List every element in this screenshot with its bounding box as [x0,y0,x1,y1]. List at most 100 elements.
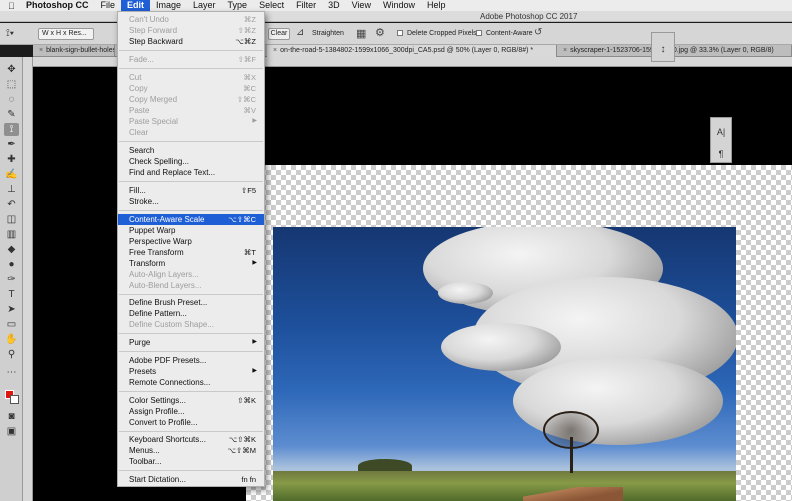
menu-separator [119,333,263,334]
pen-icon[interactable]: ✑ [4,273,19,286]
tab-on-the-road[interactable]: × on-the-road-5-1384802-1599x1066_300dpi_… [267,45,557,57]
menu-item-undo[interactable]: Can't Undo ⌘Z [118,14,264,25]
menu-item-content-aware-scale[interactable]: Content-Aware Scale ⌥⇧⌘C [118,214,264,225]
crop-icon[interactable]: ⟟ [4,123,19,136]
tab-label: blank-sign-bullet-holes [46,47,115,54]
menu-item-copy[interactable]: Copy ⌘C [118,83,264,94]
menu-item-auto-blend[interactable]: Auto-Blend Layers... [118,280,264,291]
menu-item-color-settings[interactable]: Color Settings... ⇧⌘K [118,395,264,406]
menu-item-step-backward[interactable]: Step Backward ⌥⌘Z [118,36,264,47]
blur-icon[interactable]: ◆ [4,243,19,256]
menu-item-pdf-presets[interactable]: Adobe PDF Presets... [118,355,264,366]
eyedropper-icon[interactable]: ✒ [4,138,19,151]
menu-item-paste[interactable]: Paste ⌘V [118,105,264,116]
tab-blank-sign[interactable]: × blank-sign-bullet-holes [33,45,115,57]
menu-3d[interactable]: 3D [322,0,346,11]
menu-item-puppet-warp[interactable]: Puppet Warp [118,225,264,236]
screen-mode-icon[interactable]: ▣ [4,425,19,438]
gradient-icon[interactable]: ▥ [4,228,19,241]
menu-item-convert-profile[interactable]: Convert to Profile... [118,417,264,428]
character-panel-icon[interactable]: A| [711,124,731,140]
menu-item-perspective-warp[interactable]: Perspective Warp [118,236,264,247]
straighten-icon[interactable]: ⊿ [296,27,304,38]
menu-item-fill[interactable]: Fill... ⇧F5 [118,185,264,196]
reset-icon[interactable]: ↺ [534,27,542,38]
type-icon[interactable]: T [4,288,19,301]
delete-cropped-checkbox[interactable] [397,30,403,36]
menu-item-search[interactable]: Search [118,145,264,156]
dodge-icon[interactable]: ● [4,258,19,271]
move-icon[interactable]: ✥ [4,63,19,76]
vertical-ruler[interactable] [23,57,33,501]
menu-item-clear[interactable]: Clear [118,127,264,138]
apple-icon[interactable]:  [8,1,20,11]
menu-filter[interactable]: Filter [290,0,322,11]
clear-button[interactable]: Clear [268,28,290,40]
stamp-icon[interactable]: ⊥ [4,183,19,196]
menu-edit[interactable]: Edit [121,0,151,11]
menu-window[interactable]: Window [377,0,421,11]
menu-separator [119,470,263,471]
menu-item-remote-connections[interactable]: Remote Connections... [118,377,264,388]
menu-help[interactable]: Help [421,0,452,11]
menu-item-define-pattern[interactable]: Define Pattern... [118,308,264,319]
gear-icon[interactable]: ⚙ [375,26,385,39]
menu-item-auto-align[interactable]: Auto-Align Layers... [118,269,264,280]
healing-icon[interactable]: ✚ [4,153,19,166]
menu-photoshop[interactable]: Photoshop CC [20,0,95,11]
shape-icon[interactable]: ▭ [4,318,19,331]
path-select-icon[interactable]: ➤ [4,303,19,316]
menu-select[interactable]: Select [253,0,290,11]
history-panel-icon[interactable]: ↕ [651,32,675,62]
menu-separator [119,181,263,182]
menu-layer[interactable]: Layer [187,0,222,11]
menu-item-cut[interactable]: Cut ⌘X [118,72,264,83]
more-icon[interactable]: ⋯ [4,366,19,379]
menu-item-purge[interactable]: Purge ▶ [118,337,264,348]
menu-item-paste-special[interactable]: Paste Special ▶ [118,116,264,127]
menu-item-assign-profile[interactable]: Assign Profile... [118,406,264,417]
menu-item-check-spelling[interactable]: Check Spelling... [118,156,264,167]
menu-item-stroke[interactable]: Stroke... [118,196,264,207]
quick-mask-icon[interactable]: ◙ [4,410,19,423]
eraser-icon[interactable]: ◫ [4,213,19,226]
background-color-swatch[interactable] [10,395,19,404]
menu-item-toolbar[interactable]: Toolbar... [118,456,264,467]
menu-item-keyboard-shortcuts[interactable]: Keyboard Shortcuts... ⌥⇧⌘K [118,434,264,445]
menu-type[interactable]: Type [222,0,254,11]
menu-separator [119,431,263,432]
zoom-icon[interactable]: ⚲ [4,348,19,361]
paragraph-panel-icon[interactable]: ¶ [711,146,731,162]
menu-item-presets[interactable]: Presets ▶ [118,366,264,377]
menu-item-copy-merged[interactable]: Copy Merged ⇧⌘C [118,94,264,105]
menu-item-start-dictation[interactable]: Start Dictation... fn fn [118,474,264,485]
content-aware-checkbox[interactable] [476,30,482,36]
hand-icon[interactable]: ✋ [4,333,19,346]
menu-item-fade[interactable]: Fade... ⇧⌘F [118,54,264,65]
menu-item-menus[interactable]: Menus... ⌥⇧⌘M [118,445,264,456]
menu-item-define-shape[interactable]: Define Custom Shape... [118,319,264,330]
menu-item-step-forward[interactable]: Step Forward ⇧⌘Z [118,25,264,36]
overlay-grid-icon[interactable]: ▦ [356,27,366,40]
menu-item-find-replace[interactable]: Find and Replace Text... [118,167,264,178]
history-brush-icon[interactable]: ↶ [4,198,19,211]
menu-image[interactable]: Image [150,0,187,11]
menu-item-free-transform[interactable]: Free Transform ⌘T [118,247,264,258]
lasso-icon[interactable]: ◌ [4,93,19,106]
marquee-icon[interactable]: ⬚ [4,78,19,91]
quick-select-icon[interactable]: ✎ [4,108,19,121]
window-title: Adobe Photoshop CC 2017 [480,12,578,21]
menu-file[interactable]: File [95,0,122,11]
menu-separator [119,391,263,392]
straighten-label[interactable]: Straighten [312,30,344,37]
crop-tool-preset-icon[interactable]: ⟟▾ [6,28,28,40]
menu-item-define-brush[interactable]: Define Brush Preset... [118,297,264,308]
brush-icon[interactable]: ✍ [4,168,19,181]
crop-ratio-select[interactable]: W x H x Res... [38,28,94,40]
menu-item-transform[interactable]: Transform ▶ [118,258,264,269]
close-icon[interactable]: × [273,47,277,54]
close-icon[interactable]: × [39,47,43,54]
menu-view[interactable]: View [346,0,377,11]
menu-separator [119,50,263,51]
close-icon[interactable]: × [563,47,567,54]
